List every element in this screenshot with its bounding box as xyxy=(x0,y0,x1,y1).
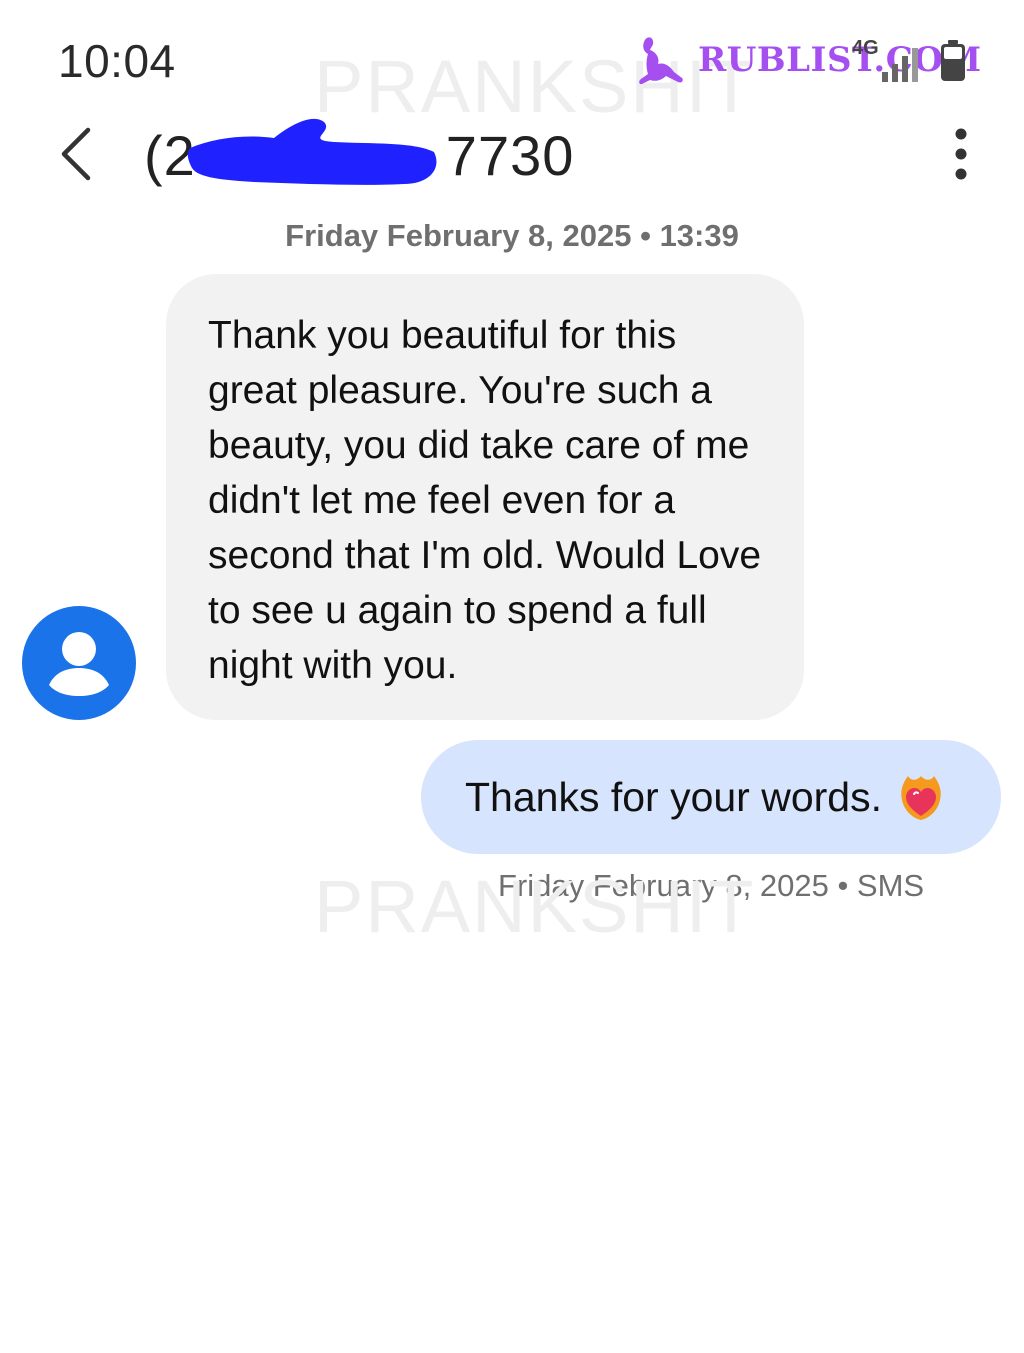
signal-bars-icon xyxy=(882,48,918,82)
network-type-label: 4G xyxy=(852,37,879,59)
outgoing-message-bubble[interactable]: Thanks for your words. xyxy=(421,740,1001,854)
contact-number-end: 7730 xyxy=(445,124,575,187)
person-icon xyxy=(49,632,109,696)
watermark-text-bottom: PRANKSHIT xyxy=(314,865,756,948)
outgoing-message-text: Thanks for your words. xyxy=(465,773,882,820)
contact-avatar[interactable] xyxy=(22,606,136,720)
more-options-button[interactable] xyxy=(946,126,976,182)
battery-icon xyxy=(941,40,965,81)
redaction-scribble xyxy=(187,118,437,185)
dancer-logo-icon xyxy=(639,37,683,85)
incoming-message-text: Thank you beautiful for this great pleas… xyxy=(208,314,762,687)
conversation-date-header: Friday February 8, 2025 • 13:39 xyxy=(285,218,739,253)
incoming-message-bubble[interactable]: Thank you beautiful for this great pleas… xyxy=(166,274,804,720)
heart-on-fire-emoji-icon xyxy=(901,776,941,820)
back-button[interactable] xyxy=(52,122,102,186)
status-time: 10:04 xyxy=(58,35,176,87)
